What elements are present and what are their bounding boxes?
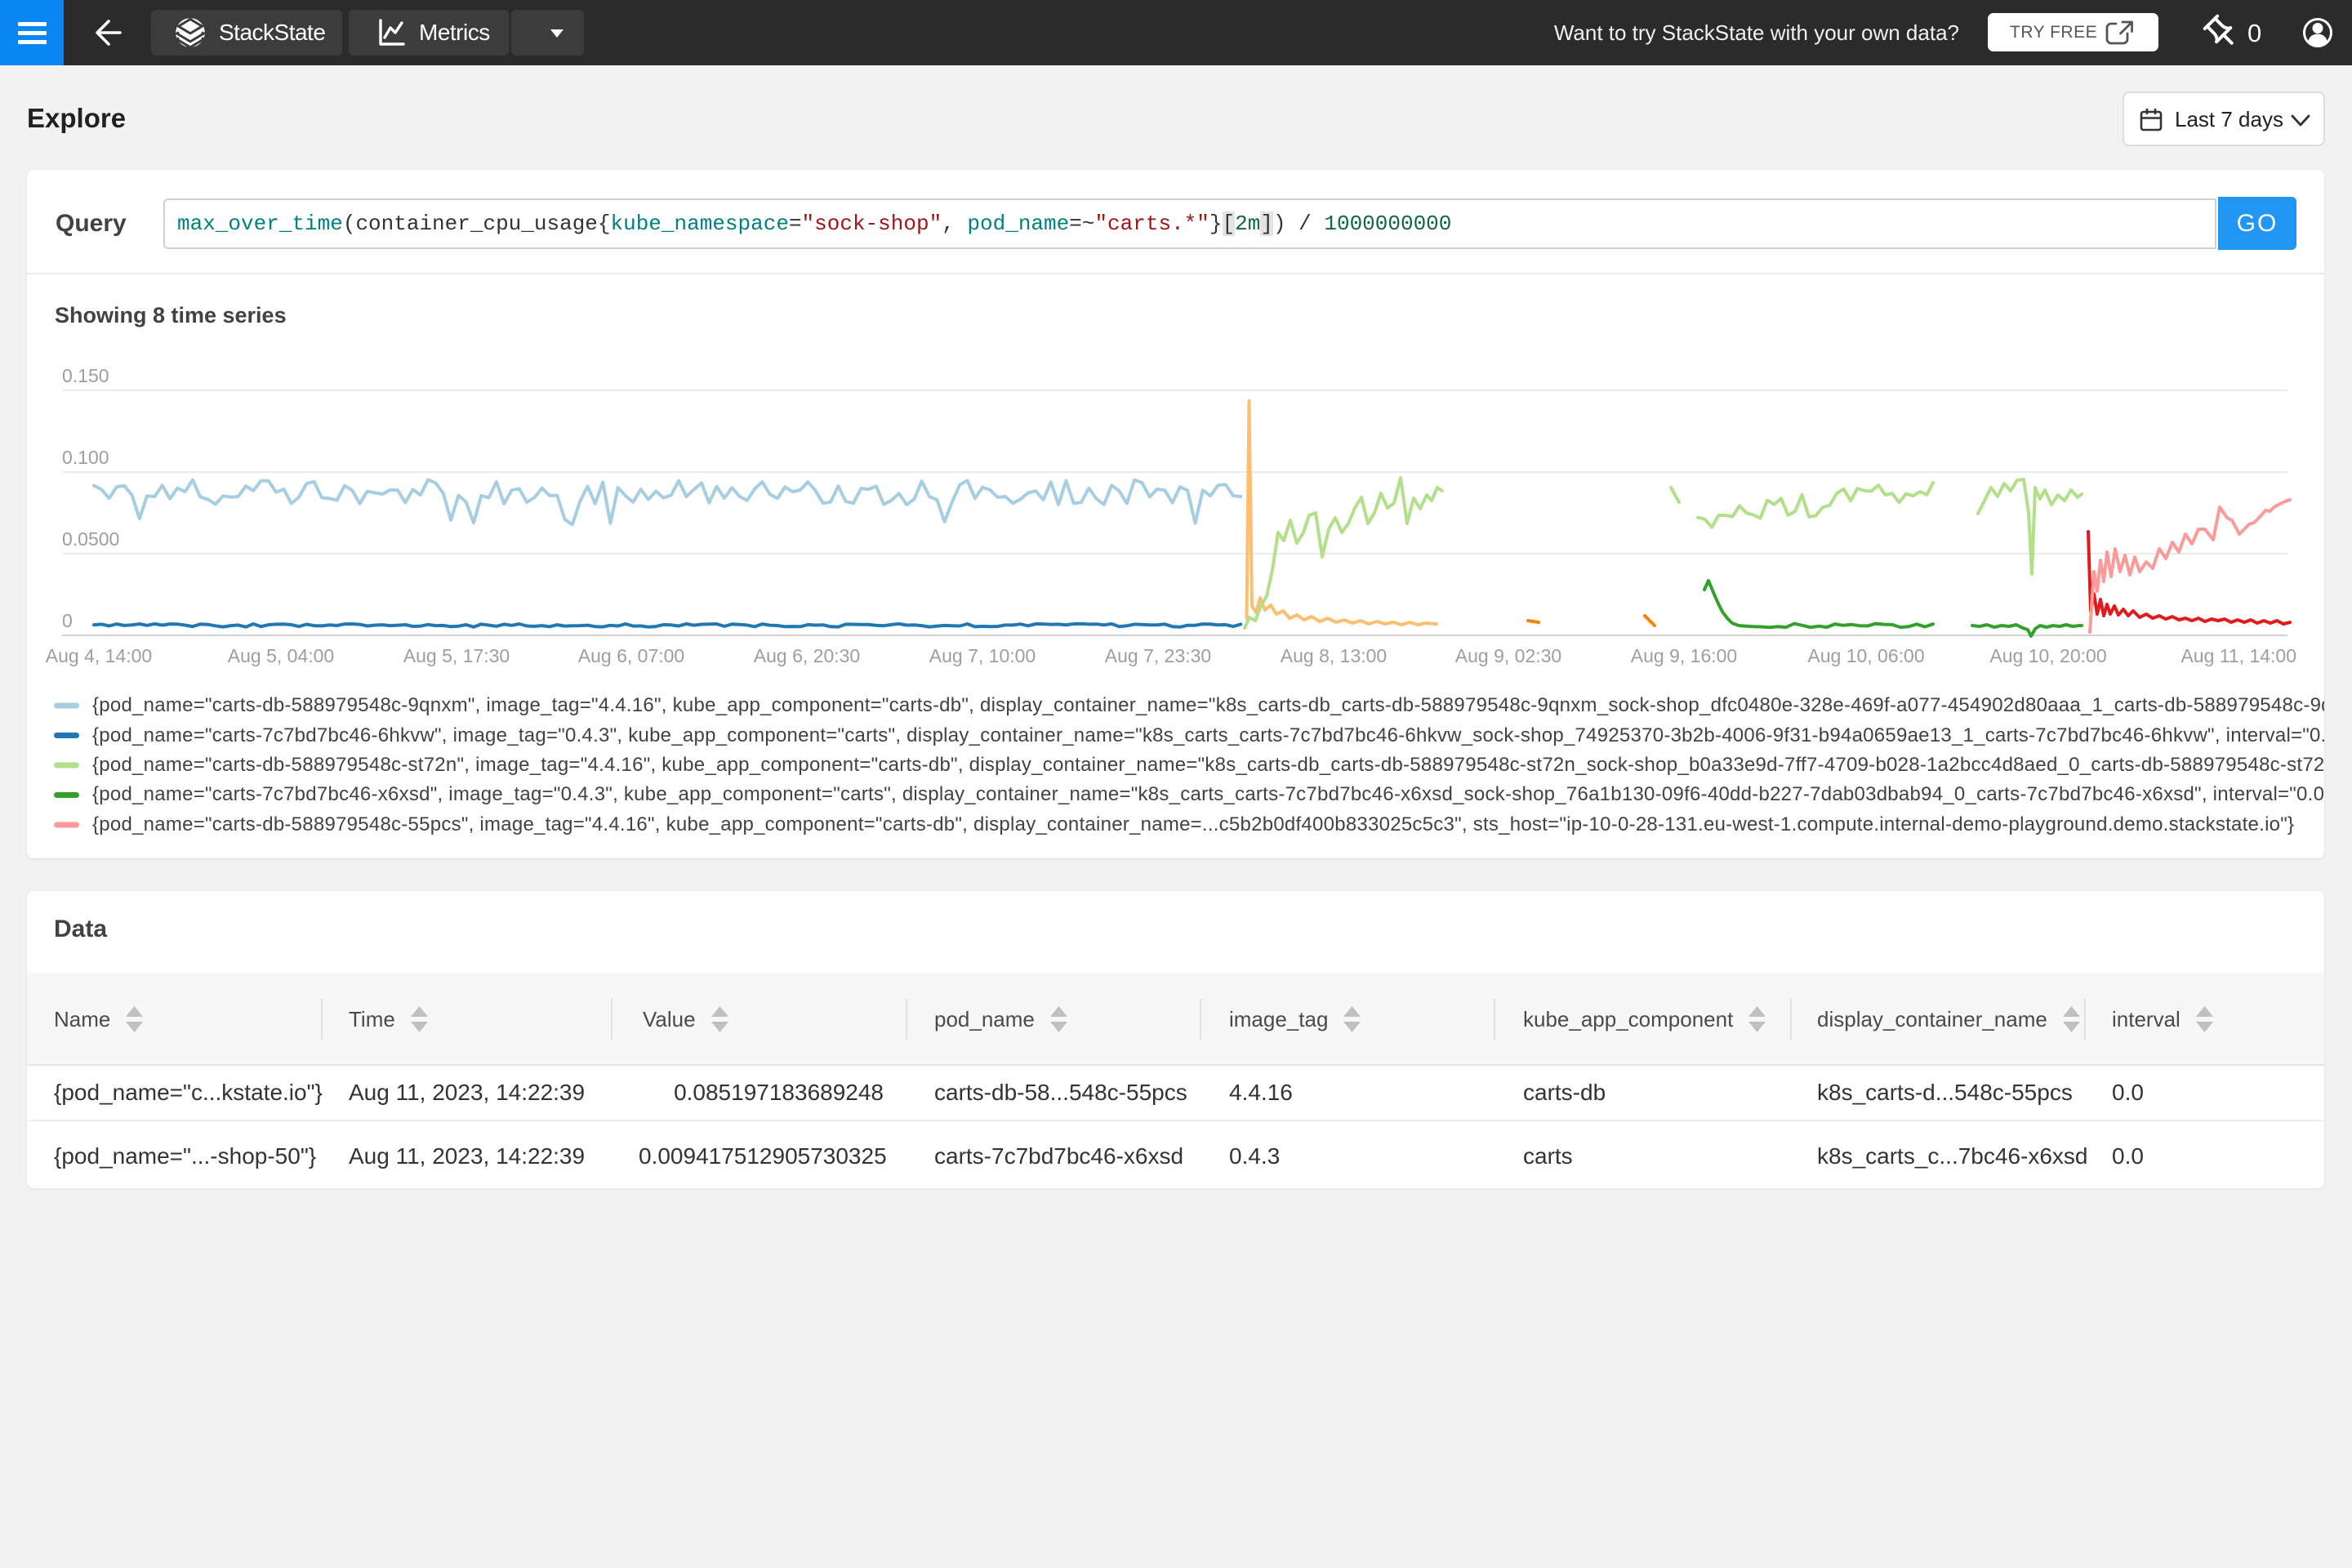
svg-text:0: 0 bbox=[2247, 19, 2261, 47]
